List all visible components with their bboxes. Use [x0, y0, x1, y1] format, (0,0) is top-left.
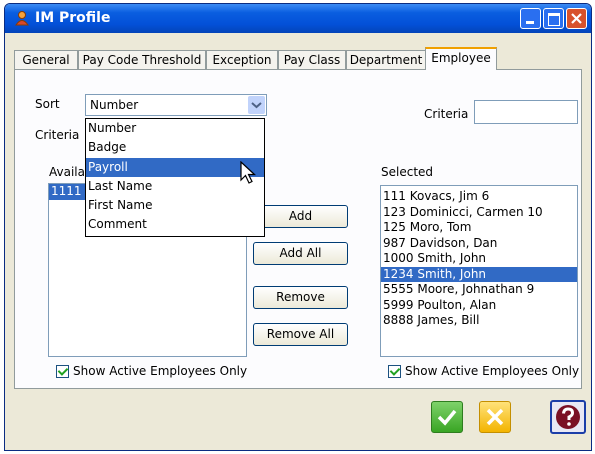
sort-option-first-name[interactable]: First Name: [86, 196, 264, 215]
close-icon: [571, 13, 582, 24]
list-item[interactable]: 5555 Moore, Johnathan 9: [381, 282, 577, 298]
remove-all-button[interactable]: Remove All: [253, 323, 348, 346]
list-item[interactable]: 1111: [49, 184, 85, 200]
list-item[interactable]: 1000 Smith, John: [381, 251, 577, 267]
cancel-button[interactable]: [479, 401, 511, 433]
criteria-label-right: Criteria: [424, 107, 469, 121]
sort-combobox[interactable]: Number: [85, 94, 267, 116]
tab-general[interactable]: General: [14, 50, 78, 69]
help-icon: [556, 405, 580, 429]
sort-option-payroll[interactable]: Payroll: [86, 157, 264, 177]
sort-option-number[interactable]: Number: [86, 119, 264, 138]
tab-pay-code-threshold[interactable]: Pay Code Threshold: [78, 50, 206, 69]
sort-option-badge[interactable]: Badge: [86, 138, 264, 157]
title-bar[interactable]: IM Profile: [5, 4, 591, 33]
list-item[interactable]: 5999 Poulton, Alan: [381, 298, 577, 314]
mouse-cursor-icon: [240, 161, 257, 184]
chevron-down-icon: [251, 102, 262, 109]
sort-option-last-name[interactable]: Last Name: [86, 177, 264, 196]
cancel-icon: [486, 408, 504, 426]
window-title: IM Profile: [35, 10, 111, 26]
profile-icon: [15, 11, 29, 26]
dropdown-button[interactable]: [248, 96, 265, 114]
remove-button[interactable]: Remove: [253, 286, 348, 309]
maximize-button[interactable]: [543, 8, 564, 29]
show-active-right-checkbox[interactable]: Show Active Employees Only: [388, 364, 579, 378]
tab-exception[interactable]: Exception: [206, 50, 278, 69]
sort-dropdown-list[interactable]: Number Badge Payroll Last Name First Nam…: [85, 118, 265, 237]
help-button[interactable]: [550, 400, 586, 434]
sort-option-comment[interactable]: Comment: [86, 215, 264, 234]
minimize-button[interactable]: [520, 8, 541, 29]
list-item[interactable]: 8888 James, Bill: [381, 313, 577, 329]
close-button[interactable]: [566, 8, 587, 29]
criteria-label-left: Criteria: [35, 128, 80, 142]
add-all-button[interactable]: Add All: [253, 242, 348, 265]
selected-list[interactable]: 111 Kovacs, Jim 6 123 Dominicci, Carmen …: [380, 185, 578, 357]
list-item[interactable]: 125 Moro, Tom: [381, 220, 577, 236]
minimize-icon: [526, 21, 534, 24]
selected-label: Selected: [381, 165, 434, 179]
sort-value: Number: [90, 98, 139, 112]
list-item[interactable]: 987 Davidson, Dan: [381, 236, 577, 252]
criteria-input[interactable]: [474, 100, 578, 124]
add-button[interactable]: Add: [253, 205, 348, 228]
show-active-right-label: Show Active Employees Only: [405, 364, 580, 378]
ok-button[interactable]: [431, 401, 463, 433]
show-active-left-checkbox[interactable]: Show Active Employees Only: [56, 364, 247, 378]
maximize-icon: [548, 13, 560, 26]
list-item-selected[interactable]: 1234 Smith, John: [381, 266, 577, 282]
tab-pay-class[interactable]: Pay Class: [278, 50, 346, 69]
checkbox-checked-icon[interactable]: [388, 364, 401, 378]
list-item[interactable]: 111 Kovacs, Jim 6: [381, 189, 577, 205]
sort-label: Sort: [35, 97, 60, 111]
check-icon: [437, 409, 457, 426]
list-item[interactable]: 123 Dominicci, Carmen 10: [381, 205, 577, 221]
tab-department[interactable]: Department: [346, 50, 426, 69]
tab-employee[interactable]: Employee: [425, 47, 497, 70]
show-active-left-label: Show Active Employees Only: [73, 364, 248, 378]
checkbox-checked-icon[interactable]: [56, 364, 69, 378]
